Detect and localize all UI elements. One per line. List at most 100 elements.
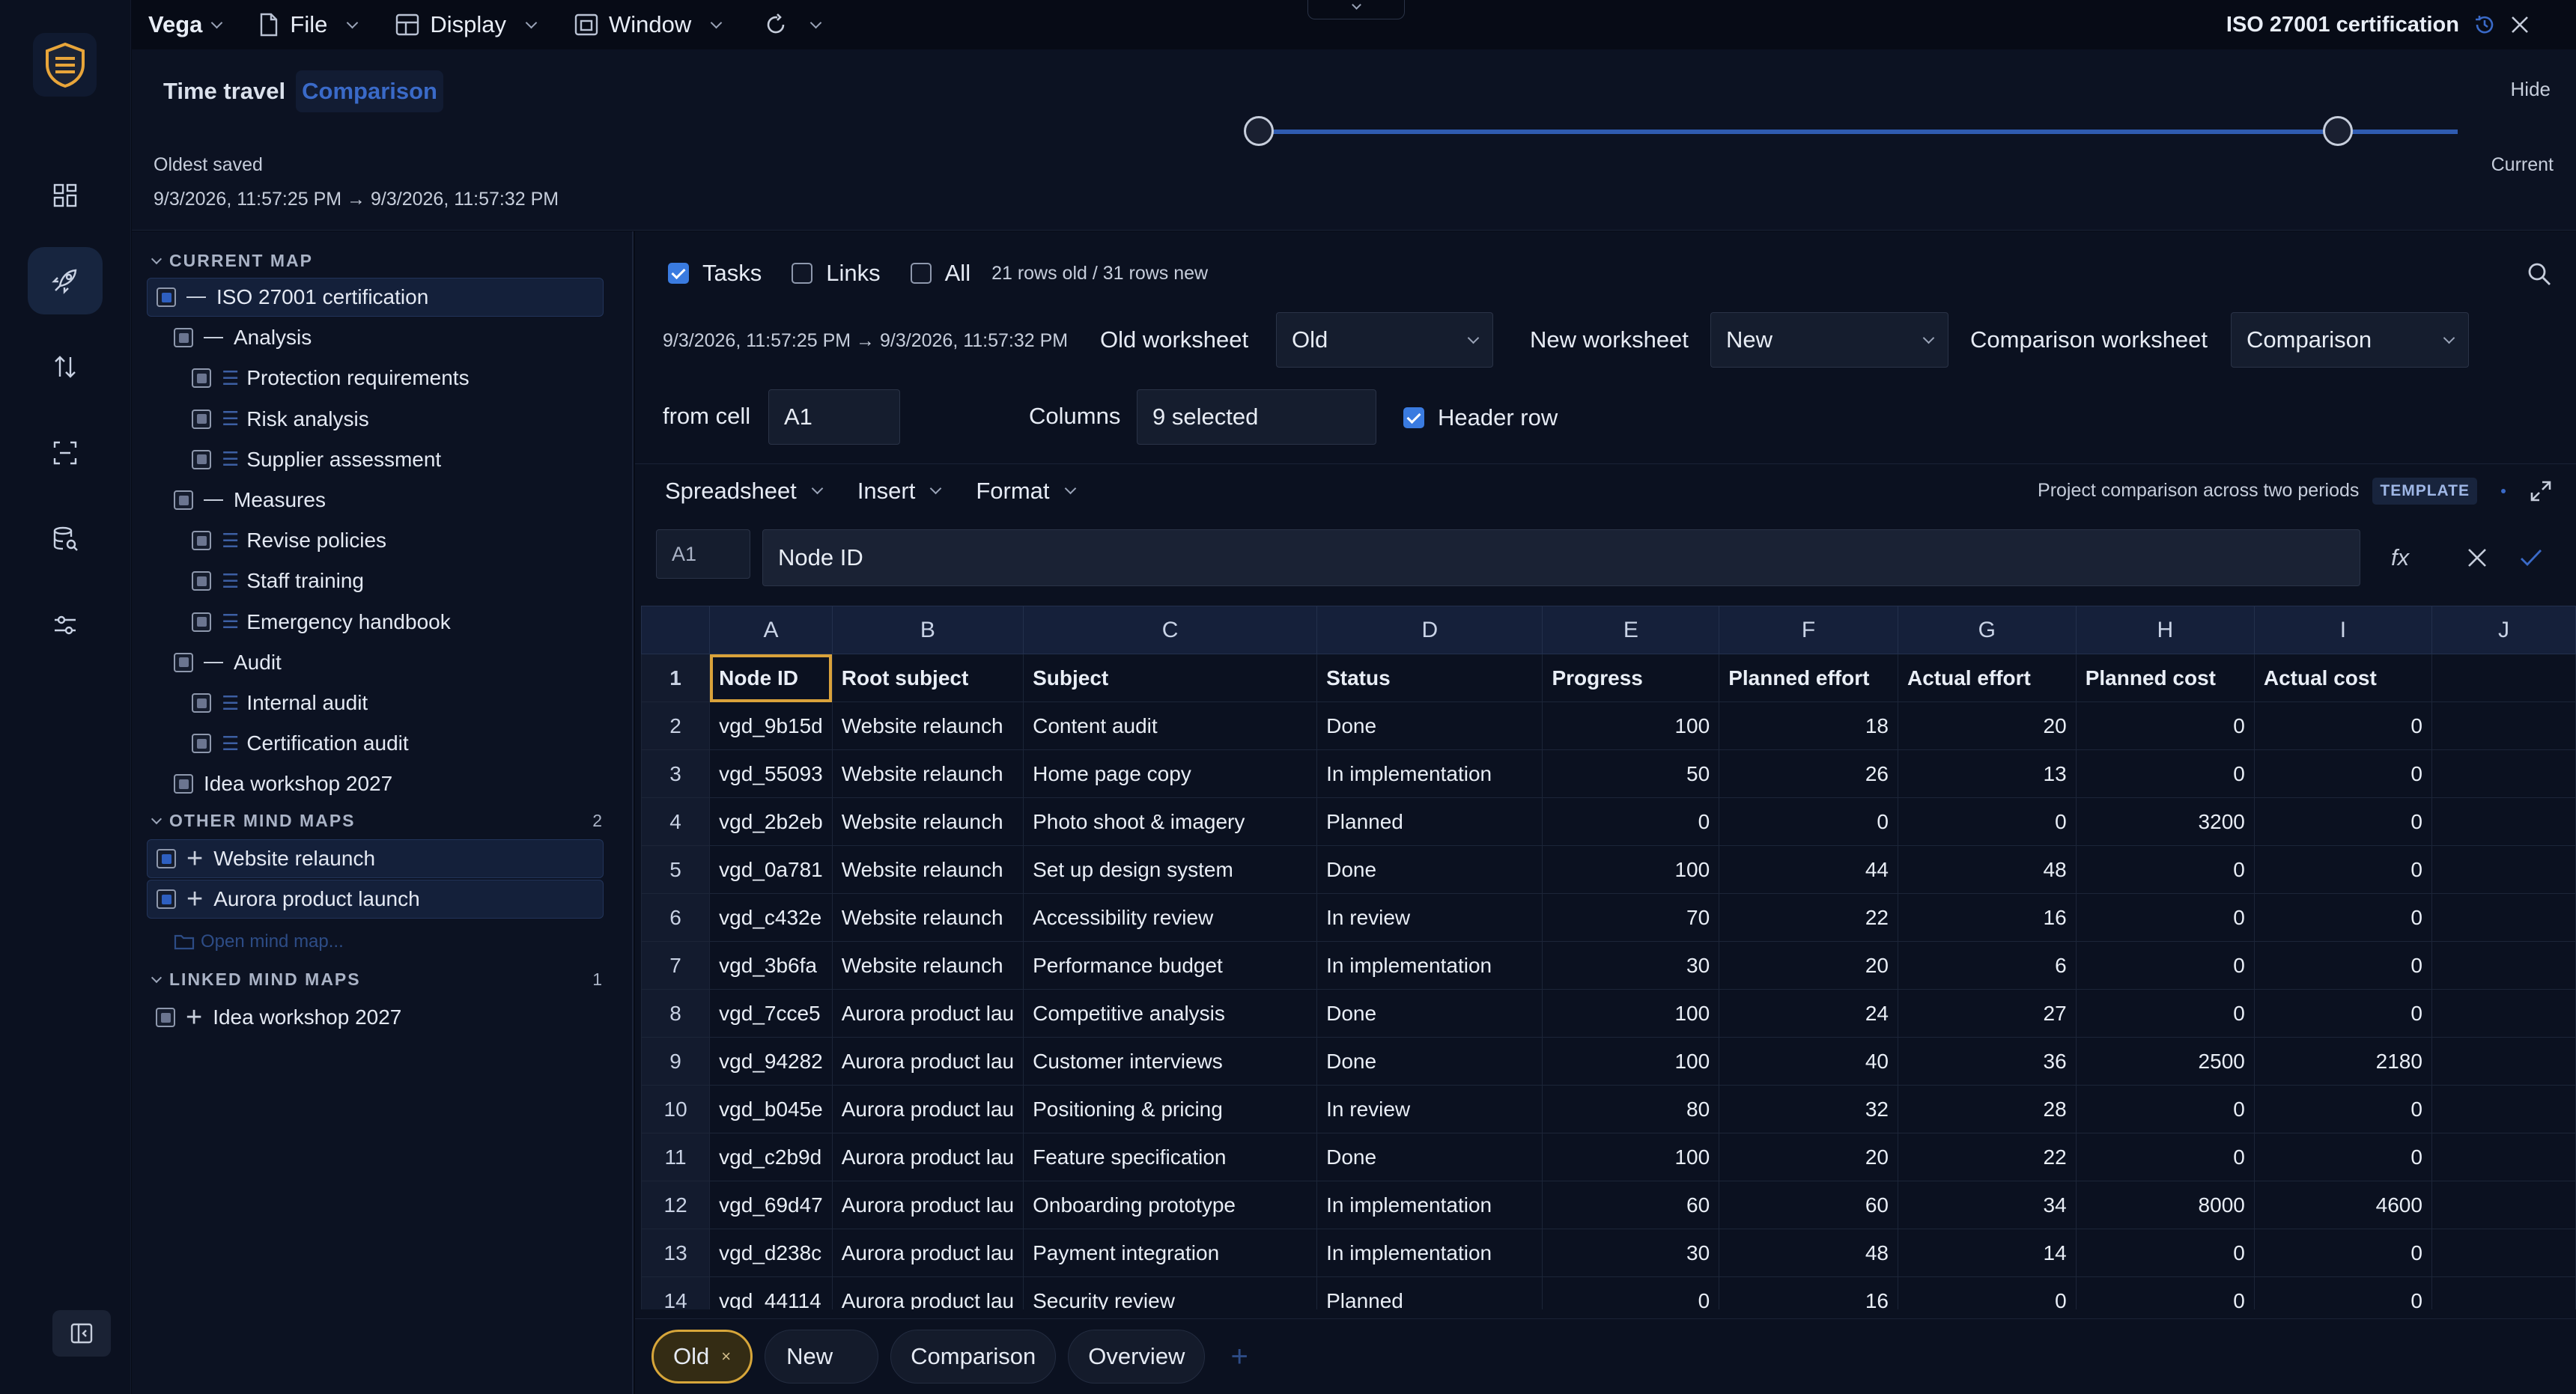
table-cell[interactable]: 0 [2075, 989, 2255, 1038]
fx-button[interactable]: fx [2391, 544, 2409, 571]
row-number[interactable]: 1 [641, 654, 711, 702]
table-cell[interactable]: Node ID [709, 654, 833, 702]
table-cell[interactable]: 80 [1542, 1085, 1720, 1133]
table-cell[interactable]: Done [1316, 1037, 1543, 1086]
add-sheet-icon[interactable]: + [1230, 1340, 1248, 1374]
table-cell[interactable]: 22 [1719, 893, 1898, 942]
table-cell[interactable]: 20 [1897, 701, 2077, 750]
table-cell[interactable] [2431, 1037, 2576, 1086]
row-number[interactable]: 3 [641, 749, 711, 798]
table-cell[interactable]: 0 [2253, 893, 2432, 942]
node-checkbox[interactable] [174, 652, 193, 672]
table-cell[interactable]: 44 [1719, 845, 1898, 894]
table-cell[interactable]: Positioning & pricing [1023, 1085, 1318, 1133]
header-row-checkbox[interactable] [1403, 407, 1424, 428]
table-cell[interactable]: 24 [1719, 989, 1898, 1038]
table-cell[interactable]: 0 [2253, 701, 2432, 750]
node-checkbox[interactable] [192, 409, 211, 429]
table-cell[interactable]: Aurora product lau [831, 1181, 1024, 1229]
table-cell[interactable]: Planned effort [1719, 654, 1898, 702]
node-checkbox[interactable] [192, 612, 211, 632]
table-cell[interactable] [2431, 701, 2576, 750]
table-cell[interactable]: 0 [2253, 749, 2432, 798]
linked-maps-header[interactable]: LINKED MIND MAPS 1 [151, 970, 602, 990]
insert-menu[interactable]: Insert [857, 466, 942, 516]
table-cell[interactable]: 6 [1897, 941, 2077, 990]
table-cell[interactable]: 0 [2075, 1085, 2255, 1133]
menu-file[interactable]: File [258, 0, 359, 49]
tree-node[interactable]: ☰ Risk analysis [147, 400, 604, 439]
table-cell[interactable]: Actual effort [1897, 654, 2077, 702]
table-cell[interactable]: Aurora product lau [831, 989, 1024, 1038]
node-checkbox[interactable] [192, 734, 211, 754]
table-cell[interactable]: Onboarding prototype [1023, 1181, 1318, 1229]
table-cell[interactable] [2431, 893, 2576, 942]
row-number[interactable]: 6 [641, 893, 711, 942]
tree-node[interactable]: ☰ Emergency handbook [147, 603, 604, 642]
tree-node[interactable]: ☰ Revise policies [147, 521, 604, 560]
table-cell[interactable] [2431, 845, 2576, 894]
column-header[interactable]: F [1719, 606, 1898, 654]
table-cell[interactable]: vgd_9b15d [709, 701, 833, 750]
table-cell[interactable]: Aurora product lau [831, 1037, 1024, 1086]
worksheet-tab-overview[interactable]: Overview [1068, 1330, 1206, 1384]
comparison-worksheet-select[interactable]: Comparison [2231, 312, 2469, 368]
tree-node[interactable]: ISO 27001 certification [147, 278, 604, 317]
table-cell[interactable]: 0 [2253, 1133, 2432, 1181]
cancel-edit-icon[interactable] [2467, 547, 2488, 568]
table-cell[interactable]: Progress [1542, 654, 1720, 702]
table-cell[interactable]: 0 [1897, 797, 2077, 846]
table-cell[interactable] [2431, 989, 2576, 1038]
table-cell[interactable]: Content audit [1023, 701, 1318, 750]
table-cell[interactable]: 0 [1897, 1276, 2077, 1309]
other-maps-header[interactable]: OTHER MIND MAPS 2 [151, 811, 602, 831]
node-checkbox[interactable] [192, 571, 211, 591]
cell-reference-box[interactable]: A1 [656, 529, 750, 579]
table-cell[interactable]: 40 [1719, 1037, 1898, 1086]
menu-window[interactable]: Window [574, 0, 723, 49]
table-cell[interactable]: 100 [1542, 989, 1720, 1038]
table-cell[interactable]: Aurora product lau [831, 1085, 1024, 1133]
row-number[interactable]: 10 [641, 1085, 711, 1133]
table-cell[interactable]: 0 [2253, 1276, 2432, 1309]
table-cell[interactable]: Subject [1023, 654, 1318, 702]
item-checkbox[interactable] [157, 849, 176, 868]
corner-cell[interactable] [641, 606, 711, 654]
linked-map-item[interactable]: + Idea workshop 2027 [147, 998, 604, 1037]
node-checkbox[interactable] [192, 449, 211, 469]
table-cell[interactable]: 50 [1542, 749, 1720, 798]
tree-node[interactable]: Analysis [147, 318, 604, 357]
table-cell[interactable]: 20 [1719, 941, 1898, 990]
table-cell[interactable] [2431, 941, 2576, 990]
tasks-checkbox[interactable] [668, 263, 689, 284]
table-cell[interactable]: Website relaunch [831, 845, 1024, 894]
table-cell[interactable]: 30 [1542, 941, 1720, 990]
table-cell[interactable] [2431, 1085, 2576, 1133]
table-cell[interactable]: In implementation [1316, 1229, 1543, 1277]
table-cell[interactable]: 0 [2253, 1229, 2432, 1277]
row-number[interactable]: 2 [641, 701, 711, 750]
table-cell[interactable]: 60 [1719, 1181, 1898, 1229]
table-cell[interactable]: 0 [2253, 941, 2432, 990]
table-cell[interactable]: 0 [2253, 1085, 2432, 1133]
table-cell[interactable]: Planned [1316, 1276, 1543, 1309]
table-cell[interactable]: In implementation [1316, 1181, 1543, 1229]
table-cell[interactable]: vgd_55093 [709, 749, 833, 798]
table-cell[interactable]: 0 [2075, 1276, 2255, 1309]
table-cell[interactable]: Planned [1316, 797, 1543, 846]
table-cell[interactable]: 0 [2075, 1133, 2255, 1181]
item-checkbox[interactable] [157, 889, 176, 909]
table-cell[interactable]: vgd_3b6fa [709, 941, 833, 990]
table-cell[interactable]: 27 [1897, 989, 2077, 1038]
item-checkbox[interactable] [156, 1008, 175, 1027]
table-cell[interactable]: Aurora product lau [831, 1133, 1024, 1181]
table-cell[interactable]: vgd_69d47 [709, 1181, 833, 1229]
old-worksheet-select[interactable]: Old [1276, 312, 1493, 368]
table-cell[interactable]: In implementation [1316, 749, 1543, 798]
table-cell[interactable]: Root subject [831, 654, 1024, 702]
table-cell[interactable]: 28 [1897, 1085, 2077, 1133]
table-cell[interactable]: In review [1316, 1085, 1543, 1133]
table-cell[interactable]: 100 [1542, 845, 1720, 894]
from-cell-input[interactable]: A1 [768, 389, 900, 445]
table-cell[interactable]: 0 [2253, 797, 2432, 846]
